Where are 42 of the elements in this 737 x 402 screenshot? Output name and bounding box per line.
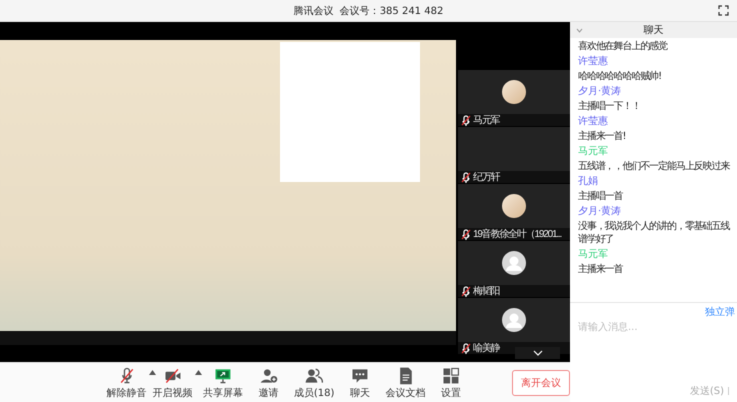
grid-icon: [441, 366, 462, 386]
participant-name: 梅韬阳: [473, 284, 500, 298]
share-toolbar-button[interactable]: 共享屏幕: [202, 366, 243, 400]
chat-message: 主播唱一下！！: [578, 100, 642, 113]
meeting-id: 会议号：385 241 482: [340, 4, 444, 18]
app-title: 腾讯会议: [294, 4, 334, 18]
sender-name: 夕月·黄涛: [578, 86, 622, 98]
chat-message: 喜欢他在舞台上的感觉: [578, 40, 669, 53]
chat-message: 主播唱一首: [578, 190, 624, 203]
chat-toolbar-button[interactable]: 聊天: [350, 366, 370, 400]
caret-up-icon[interactable]: [194, 370, 202, 374]
participant-name: 马元军: [473, 114, 500, 127]
chat-message: 五线谱，，他们不一定能马上反映过来: [578, 160, 731, 173]
chat-message: 哈哈哈哈哈哈哈贼帅!: [578, 70, 662, 83]
avatar-silhouette-icon: [502, 251, 526, 275]
sender-name: 许莹惠: [578, 116, 609, 128]
fullscreen-icon[interactable]: [718, 5, 729, 16]
video-toolbar-button[interactable]: 开启视频: [152, 366, 192, 400]
docs-toolbar-button[interactable]: 会议文档: [386, 366, 426, 400]
sender-name: 马元军: [578, 146, 609, 158]
participant-name: 纪万轩: [473, 171, 500, 184]
caret-up-icon[interactable]: [148, 370, 156, 374]
members-toolbar-button[interactable]: 成员(18): [294, 366, 334, 400]
chat-message: 没事，我说我个人的讲的，零基础五线谱学好了: [578, 220, 731, 246]
participant-name: 喻美静: [473, 342, 500, 355]
sender-name: 许莹惠: [578, 56, 609, 68]
invite-toolbar-button[interactable]: 邀请: [258, 366, 278, 400]
avatar-silhouette-icon: [502, 308, 526, 332]
people-icon: [304, 366, 324, 386]
avatar-photo: [502, 194, 526, 218]
popout-link[interactable]: 独立弹: [705, 307, 735, 318]
leave-meeting-button[interactable]: 离开会议: [512, 370, 570, 396]
sender-name: 马元军: [578, 249, 609, 261]
chat-message: 主播来一首: [578, 263, 624, 276]
settings-toolbar-button[interactable]: 设置: [441, 366, 462, 400]
mic-toolbar-button[interactable]: 解除静音: [106, 366, 146, 400]
sender-name: 孔娟: [578, 176, 599, 188]
avatar-photo: [502, 80, 526, 104]
chat-message: 主播来一首!: [578, 130, 626, 143]
participant-name: 19音教徐全叶（19201...: [473, 228, 562, 241]
chat-title: 聊天: [644, 24, 664, 37]
sender-name: 夕月·黄涛: [578, 206, 622, 218]
